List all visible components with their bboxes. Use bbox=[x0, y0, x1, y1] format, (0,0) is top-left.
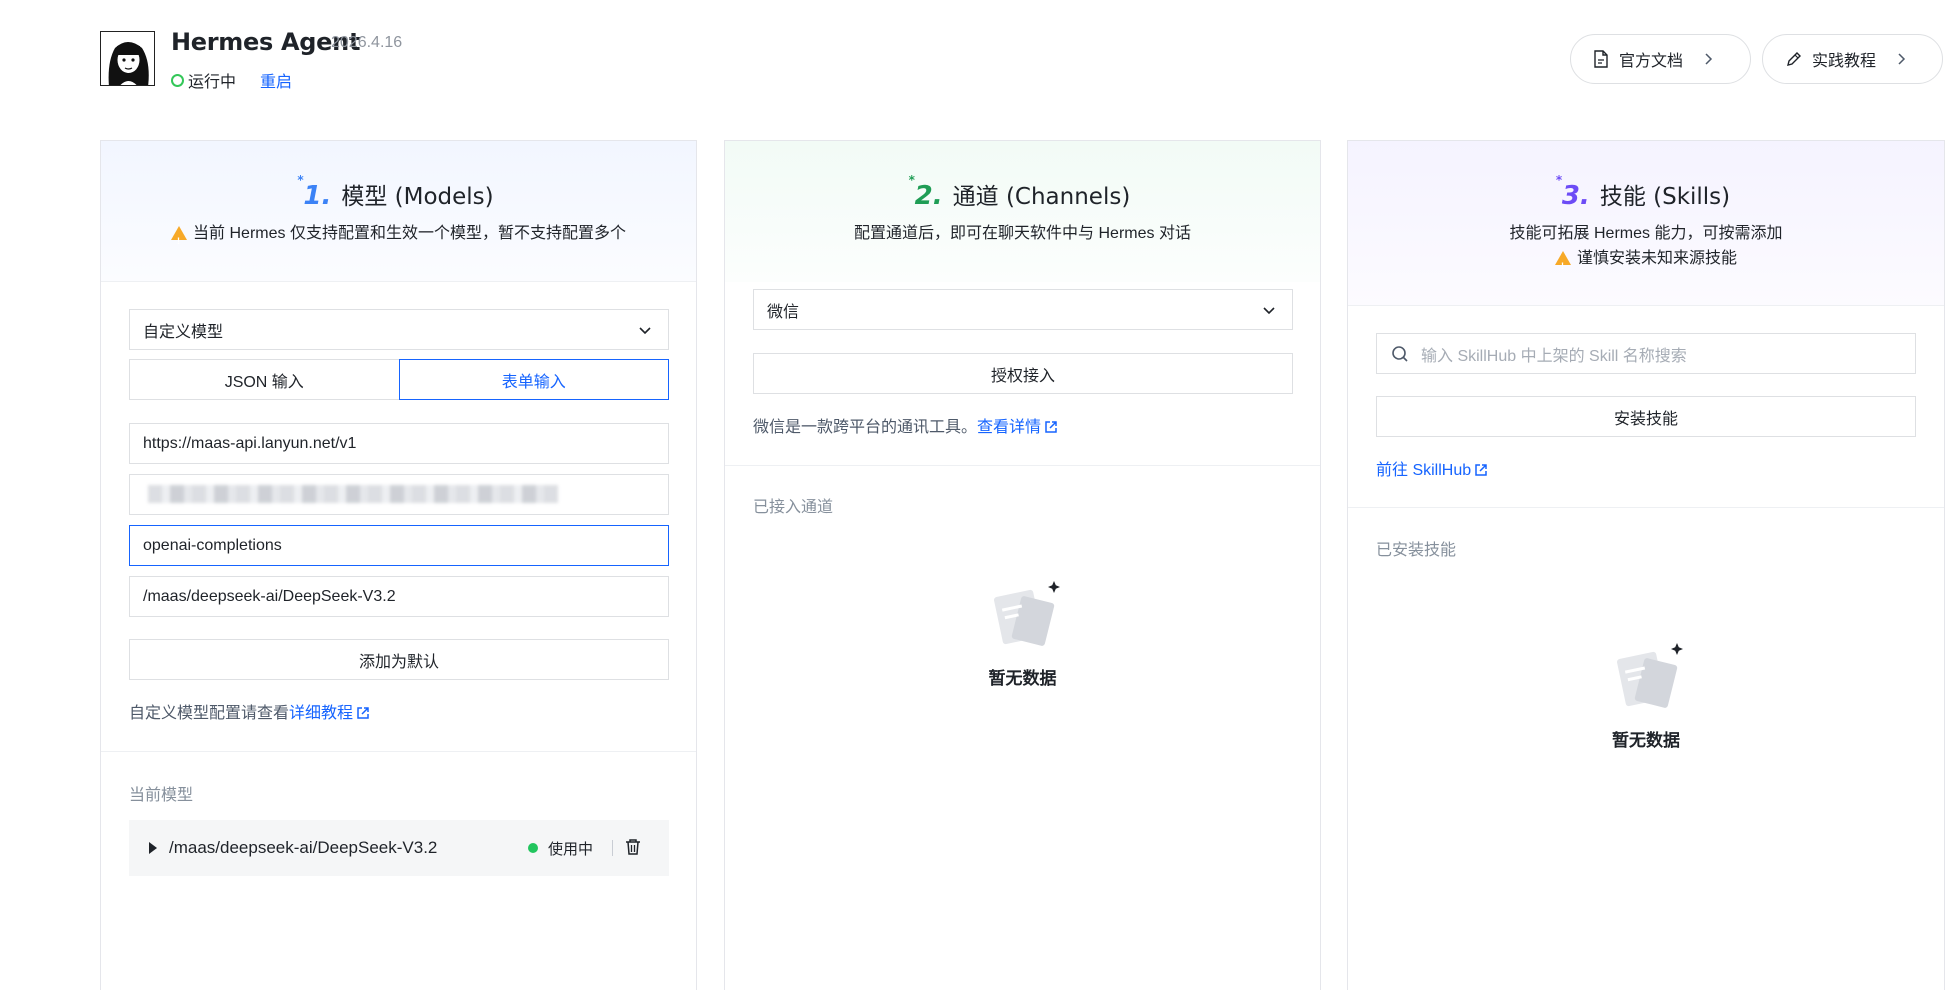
skills-panel-header: 3. 技能 (Skills) 技能可拓展 Hermes 能力，可按需添加 谨慎安装… bbox=[1348, 141, 1944, 306]
trash-icon[interactable] bbox=[625, 838, 641, 856]
tutorial-button[interactable]: 实践教程 bbox=[1762, 34, 1943, 84]
installed-skills-label: 已安装技能 bbox=[1376, 542, 1457, 559]
models-hint-text: 自定义模型配置请查看 bbox=[129, 705, 290, 722]
warning-icon bbox=[171, 226, 188, 254]
tab-json-input[interactable]: JSON 输入 bbox=[129, 359, 399, 400]
skills-warning-text: 谨慎安装未知来源技能 bbox=[1576, 250, 1737, 267]
skills-empty-state: 暂无数据 bbox=[1348, 635, 1944, 751]
view-details-link[interactable]: 查看详情 bbox=[977, 419, 1058, 436]
channels-divider bbox=[725, 465, 1320, 466]
skills-subtitle: 技能可拓展 Hermes 能力，可按需添加 bbox=[1509, 225, 1783, 242]
input-mode-tabs: JSON 输入 表单输入 bbox=[129, 359, 669, 400]
app-header: Hermes Agent 2026.4.16 运行中 重启 官方文档 实践教程 bbox=[0, 0, 1953, 140]
channels-subtitle: 配置通道后，即可在聊天软件中与 Hermes 对话 bbox=[854, 225, 1191, 242]
run-status: 运行中 bbox=[171, 68, 236, 92]
in-use-dot-icon bbox=[527, 843, 538, 853]
current-model-name: /maas/deepseek-ai/DeepSeek-V3.2 bbox=[169, 838, 438, 857]
chevron-right-icon bbox=[1705, 53, 1713, 65]
row-separator bbox=[612, 840, 613, 856]
add-default-button[interactable]: 添加为默认 bbox=[129, 639, 669, 680]
authorize-button[interactable]: 授权接入 bbox=[753, 353, 1293, 394]
model-id-value: /maas/deepseek-ai/DeepSeek-V3.2 bbox=[143, 587, 396, 605]
models-step-number: 1. bbox=[303, 181, 331, 211]
status-running-icon bbox=[171, 73, 184, 87]
pencil-icon bbox=[1787, 51, 1801, 66]
masked-api-key bbox=[148, 485, 558, 503]
skills-divider bbox=[1348, 507, 1944, 508]
channels-title-text: 通道 (Channels) bbox=[952, 184, 1131, 210]
skills-warning: 谨慎安装未知来源技能 bbox=[1348, 246, 1944, 279]
model-id-field[interactable]: /maas/deepseek-ai/DeepSeek-V3.2 bbox=[129, 576, 669, 617]
search-icon bbox=[1392, 345, 1408, 362]
channels-empty-state: 暂无数据 bbox=[725, 573, 1320, 689]
api-key-field[interactable] bbox=[129, 474, 669, 515]
view-details-label: 查看详情 bbox=[977, 419, 1042, 436]
tutorial-link[interactable]: 详细教程 bbox=[289, 705, 370, 722]
api-type-field[interactable]: openai-completions bbox=[129, 525, 669, 566]
models-hint: 自定义模型配置请查看详细教程 bbox=[129, 699, 370, 723]
empty-data-icon bbox=[993, 581, 1060, 646]
external-link-icon bbox=[357, 707, 369, 719]
chevron-down-icon bbox=[1263, 307, 1275, 315]
skills-title: 3. 技能 (Skills) bbox=[1348, 177, 1944, 211]
connected-channels-label: 已接入通道 bbox=[753, 499, 834, 516]
app-version: 2026.4.16 bbox=[331, 34, 403, 51]
model-status-label: 使用中 bbox=[547, 840, 593, 858]
models-warning: 当前 Hermes 仅支持配置和生效一个模型，暂不支持配置多个 bbox=[101, 221, 696, 254]
models-title: 1. 模型 (Models) bbox=[101, 177, 696, 211]
expand-caret-icon[interactable] bbox=[149, 842, 157, 854]
skill-search-placeholder: 输入 SkillHub 中上架的 Skill 名称搜索 bbox=[1421, 347, 1687, 365]
run-status-label: 运行中 bbox=[188, 74, 237, 91]
skillhub-link-label: 前往 SkillHub bbox=[1376, 462, 1472, 479]
skillhub-link[interactable]: 前往 SkillHub bbox=[1376, 462, 1488, 479]
api-type-value: openai-completions bbox=[143, 536, 282, 554]
chevron-down-icon bbox=[639, 327, 651, 335]
chevron-right-icon bbox=[1898, 53, 1906, 65]
models-warning-text: 当前 Hermes 仅支持配置和生效一个模型，暂不支持配置多个 bbox=[193, 225, 626, 242]
model-status-badge: 使用中 bbox=[527, 838, 593, 859]
document-icon bbox=[1594, 50, 1608, 68]
channels-step-number: 2. bbox=[915, 181, 943, 211]
model-type-select-value: 自定义模型 bbox=[143, 323, 224, 341]
docs-button-label: 官方文档 bbox=[1619, 53, 1684, 70]
tab-form-input[interactable]: 表单输入 bbox=[398, 359, 669, 400]
models-divider bbox=[101, 751, 696, 752]
models-panel: 1. 模型 (Models) 当前 Hermes 仅支持配置和生效一个模型，暂不支… bbox=[100, 140, 697, 990]
base-url-field[interactable]: https://maas-api.lanyun.net/v1 bbox=[129, 423, 669, 464]
channel-select[interactable]: 微信 bbox=[753, 289, 1293, 330]
channels-title: 2. 通道 (Channels) bbox=[725, 177, 1320, 211]
install-skill-button[interactable]: 安装技能 bbox=[1376, 396, 1916, 437]
tutorial-link-label: 详细教程 bbox=[289, 705, 354, 722]
external-link-icon bbox=[1475, 464, 1487, 476]
models-panel-header: 1. 模型 (Models) 当前 Hermes 仅支持配置和生效一个模型，暂不支… bbox=[101, 141, 696, 282]
docs-button[interactable]: 官方文档 bbox=[1570, 34, 1751, 84]
tutorial-button-label: 实践教程 bbox=[1812, 53, 1877, 70]
current-model-row[interactable]: /maas/deepseek-ai/DeepSeek-V3.2 使用中 bbox=[129, 820, 669, 876]
channel-description: 微信是一款跨平台的通讯工具。查看详情 bbox=[753, 413, 1058, 437]
base-url-value: https://maas-api.lanyun.net/v1 bbox=[143, 434, 357, 452]
channels-empty-text: 暂无数据 bbox=[988, 669, 1057, 688]
current-model-label: 当前模型 bbox=[129, 787, 194, 804]
skillhub-link-row: 前往 SkillHub bbox=[1376, 456, 1488, 480]
warning-icon bbox=[1554, 251, 1571, 279]
skill-search-input[interactable]: 输入 SkillHub 中上架的 Skill 名称搜索 bbox=[1376, 333, 1916, 374]
empty-data-icon bbox=[1617, 643, 1683, 708]
channels-panel-header: 2. 通道 (Channels) 配置通道后，即可在聊天软件中与 Hermes 对… bbox=[725, 141, 1320, 282]
channel-description-text: 微信是一款跨平台的通讯工具。 bbox=[753, 419, 978, 436]
skills-step-number: 3. bbox=[1562, 181, 1590, 211]
skills-panel: 3. 技能 (Skills) 技能可拓展 Hermes 能力，可按需添加 谨慎安装… bbox=[1347, 140, 1945, 990]
channels-panel: 2. 通道 (Channels) 配置通道后，即可在聊天软件中与 Hermes 对… bbox=[724, 140, 1321, 990]
external-link-icon bbox=[1045, 421, 1057, 433]
restart-link[interactable]: 重启 bbox=[260, 68, 292, 92]
agent-avatar bbox=[100, 31, 155, 86]
skills-title-text: 技能 (Skills) bbox=[1599, 184, 1731, 210]
model-type-select[interactable]: 自定义模型 bbox=[129, 309, 669, 350]
skills-empty-text: 暂无数据 bbox=[1612, 731, 1680, 750]
models-title-text: 模型 (Models) bbox=[341, 184, 494, 210]
channel-select-value: 微信 bbox=[767, 303, 800, 321]
